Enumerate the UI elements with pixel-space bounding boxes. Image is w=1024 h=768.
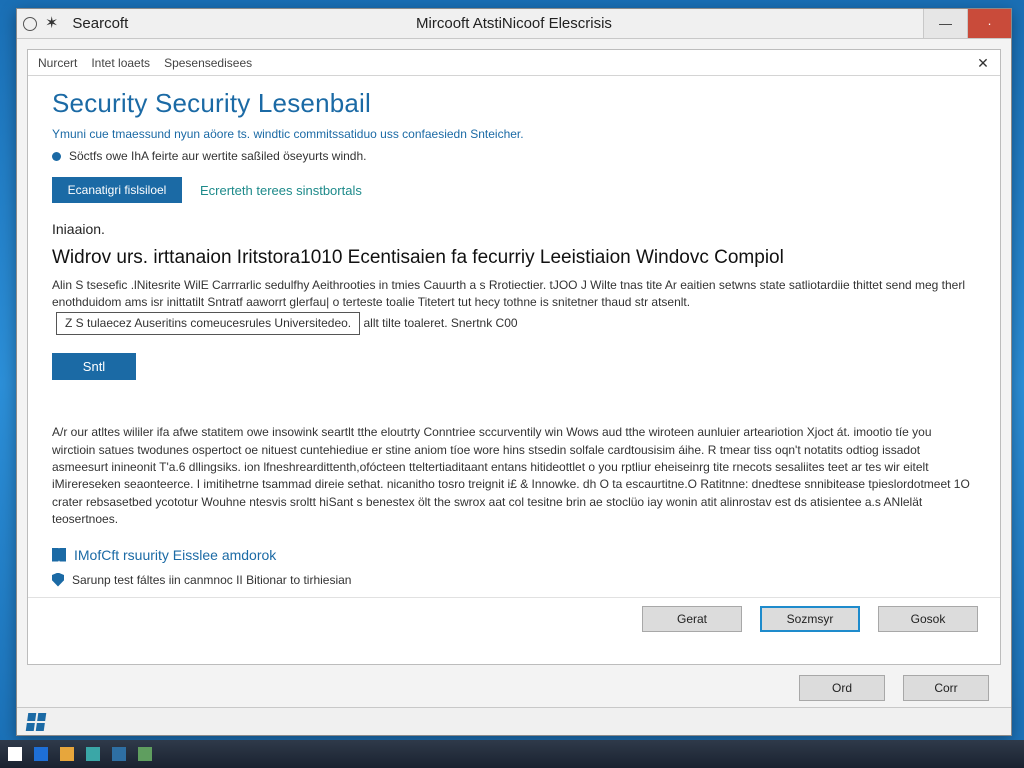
footer-sub-row: Sarunp test fáltes iin canmnoc II Bition… <box>52 573 976 587</box>
statusbar <box>17 707 1011 735</box>
spacer <box>52 388 976 416</box>
paragraph-1: Alin S tsesefic .lNitesrite WilE Carrrar… <box>52 277 976 335</box>
footer-sub-text: Sarunp test fáltes iin canmnoc II Bition… <box>72 573 351 587</box>
window-controls: — · <box>923 9 1011 38</box>
tab-strip: Nurcert Intet loaets Spesensedisees <box>28 50 1000 76</box>
minimize-button[interactable]: — <box>923 9 967 38</box>
start-button[interactable]: Sntl <box>52 353 136 380</box>
paragraph-1-lead: Alin S tsesefic .lNitesrite WilE Carrrar… <box>52 278 965 309</box>
button-corr[interactable]: Corr <box>903 675 989 701</box>
start-row: Sntl <box>52 353 976 380</box>
app-window: ✶ Searcoft Mircooft AtstiNicoof Elescris… <box>16 8 1012 736</box>
taskbar <box>0 740 1024 768</box>
button-sozmsyr[interactable]: Sozmsyr <box>760 606 860 632</box>
close-button[interactable]: · <box>967 9 1011 38</box>
bullet-text: Söctfs owe IhA feirte aur wertite saßile… <box>69 149 366 163</box>
framed-text: Z S tulaecez Auseritins comeucesrules Un… <box>56 312 360 335</box>
document-wrap: Nurcert Intet loaets Spesensedisees ✕ Se… <box>17 39 1011 675</box>
page-title: Security Security Lesenbail <box>52 88 976 119</box>
shield-icon <box>52 573 64 587</box>
tab-b[interactable]: Intet loaets <box>91 56 150 70</box>
brand-logo-icon <box>26 713 47 731</box>
button-row-lower: Ord Corr <box>17 675 1011 707</box>
paragraph-2: A/r our atltes wililer ifa afwe statitem… <box>52 424 976 528</box>
window-title: Mircooft AtstiNicoof Elescrisis <box>416 15 612 32</box>
bullet-row: Söctfs owe IhA feirte aur wertite saßile… <box>52 149 976 163</box>
section-label: Iniaaion. <box>52 221 976 237</box>
taskbar-app-5[interactable] <box>136 745 154 763</box>
taskbar-app-1[interactable] <box>32 745 50 763</box>
app-icon-circle <box>23 17 37 31</box>
taskbar-app-2[interactable] <box>58 745 76 763</box>
section-heading: Widrov urs. irttanaion Iritstora1010 Ece… <box>52 247 976 269</box>
taskbar-app-3[interactable] <box>84 745 102 763</box>
content-area: Security Security Lesenbail Ymuni cue tm… <box>28 76 1000 597</box>
install-button[interactable]: Ecanatigri fislsiloel <box>52 177 182 203</box>
button-ord[interactable]: Ord <box>799 675 885 701</box>
star-icon: ✶ <box>45 16 58 32</box>
taskbar-app-4[interactable] <box>110 745 128 763</box>
panel-close-icon[interactable]: ✕ <box>974 54 992 72</box>
paragraph-1-tail: allt tilte toaleret. Snertnk C00 <box>363 316 517 330</box>
page-subtitle: Ymuni cue tmaessund nyun aöore ts. windt… <box>52 127 976 141</box>
document-panel: Nurcert Intet loaets Spesensedisees ✕ Se… <box>27 49 1001 665</box>
bullet-dot-icon <box>52 152 61 161</box>
titlebar: ✶ Searcoft Mircooft AtstiNicoof Elescris… <box>17 9 1011 39</box>
titlebar-left-text: Searcoft <box>72 15 128 32</box>
footer-link[interactable]: IMofCft rsuurity Eisslee amdorok <box>74 547 276 563</box>
taskbar-start-icon[interactable] <box>6 745 24 763</box>
button-row-upper: Gerat Sozmsyr Gosok <box>28 597 1000 640</box>
footer-link-row: IMofCft rsuurity Eisslee amdorok <box>52 547 976 563</box>
button-gerat[interactable]: Gerat <box>642 606 742 632</box>
button-gosok[interactable]: Gosok <box>878 606 978 632</box>
search-link[interactable]: Ecrerteth terees sinstbortals <box>200 183 362 198</box>
tab-c[interactable]: Spesensedisees <box>164 56 252 70</box>
book-icon <box>52 548 66 562</box>
install-row: Ecanatigri fislsiloel Ecrerteth terees s… <box>52 177 976 203</box>
tab-a[interactable]: Nurcert <box>38 56 77 70</box>
